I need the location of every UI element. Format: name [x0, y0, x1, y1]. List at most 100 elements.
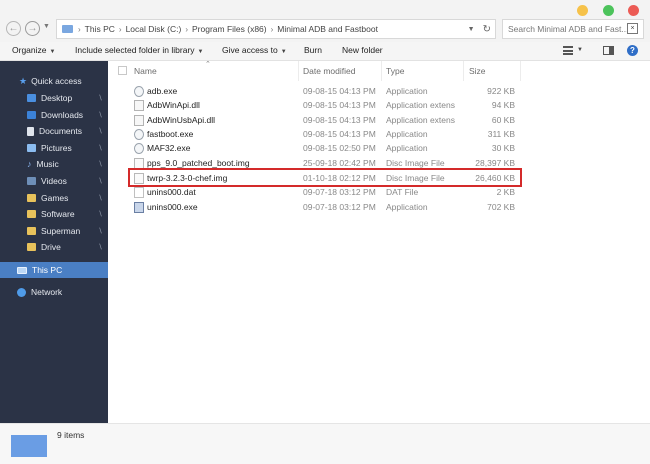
monitor-icon	[17, 266, 27, 274]
sidebar-item-games[interactable]: Games ∖	[0, 190, 108, 206]
organize-button[interactable]: Organize ▼	[12, 45, 55, 55]
search-input[interactable]: Search Minimal ADB and Fast...	[502, 19, 644, 39]
table-row[interactable]: unins000.dat 09-07-18 03:12 PM DAT File …	[110, 185, 530, 199]
sidebar-item-music[interactable]: ♪ Music ∖	[0, 156, 108, 172]
dat-file-icon	[134, 187, 144, 198]
column-header-type[interactable]: Type	[386, 66, 404, 76]
breadcrumb-local-disk[interactable]: Local Disk (C:)	[126, 24, 182, 34]
table-row[interactable]: adb.exe 09-08-15 04:13 PM Application 92…	[110, 84, 530, 98]
breadcrumb-this-pc[interactable]: This PC	[85, 24, 115, 34]
view-options-icon[interactable]	[563, 46, 573, 55]
pictures-icon	[27, 144, 36, 152]
sidebar-item-this-pc[interactable]: This PC	[0, 262, 108, 278]
column-header-size[interactable]: Size	[469, 66, 486, 76]
give-access-button[interactable]: Give access to ▼	[222, 45, 287, 55]
pin-icon: ∖	[98, 211, 103, 218]
file-size: 702 KB	[487, 202, 515, 212]
include-in-library-button[interactable]: Include selected folder in library ▼	[75, 45, 204, 55]
sidebar-item-label: Videos	[41, 176, 67, 186]
pin-icon: ∖	[98, 95, 103, 102]
dll-icon	[134, 100, 144, 111]
item-count: 9 items	[57, 430, 85, 440]
maximize-button[interactable]	[603, 5, 614, 16]
sidebar-item-videos[interactable]: Videos ∖	[0, 173, 108, 189]
table-row[interactable]: unins000.exe 09-07-18 03:12 PM Applicati…	[110, 200, 530, 214]
file-type: Application extens	[386, 100, 455, 110]
file-date: 09-08-15 04:13 PM	[303, 115, 376, 125]
arrow-left-icon: ←	[8, 22, 19, 34]
forward-button[interactable]: →	[25, 21, 40, 36]
sidebar-item-pictures[interactable]: Pictures ∖	[0, 140, 108, 156]
highlight-box	[128, 168, 522, 187]
star-icon: ★	[19, 75, 28, 86]
sidebar-item-label: Pictures	[41, 143, 72, 153]
help-icon[interactable]: ?	[627, 45, 638, 56]
file-type: Application	[386, 202, 428, 212]
table-row[interactable]: fastboot.exe 09-08-15 04:13 PM Applicati…	[110, 127, 530, 141]
file-size: 311 KB	[487, 129, 515, 139]
sidebar-item-label: Downloads	[41, 110, 84, 120]
table-row[interactable]: AdbWinUsbApi.dll 09-08-15 04:13 PM Appli…	[110, 113, 530, 127]
column-divider[interactable]	[463, 61, 464, 81]
sidebar-item-label: Documents	[39, 126, 82, 136]
address-dropdown-icon[interactable]: ▼	[468, 26, 475, 33]
column-divider[interactable]	[298, 61, 299, 81]
sidebar-item-desktop[interactable]: Desktop ∖	[0, 90, 108, 106]
file-date: 09-07-18 03:12 PM	[303, 187, 376, 197]
breadcrumb-separator: ›	[270, 24, 274, 34]
address-bar[interactable]: › This PC › Local Disk (C:) › Program Fi…	[56, 19, 496, 39]
preview-pane-icon[interactable]	[603, 46, 614, 55]
include-label: Include selected folder in library	[75, 45, 195, 55]
sidebar-item-drive[interactable]: Drive ∖	[0, 239, 108, 255]
sidebar-item-label: Software	[41, 209, 75, 219]
sidebar-item-quick-access[interactable]: ★ Quick access	[0, 73, 108, 89]
table-row[interactable]: MAF32.exe 09-08-15 02:50 PM Application …	[110, 141, 530, 155]
breadcrumb-program-files[interactable]: Program Files (x86)	[192, 24, 267, 34]
dropdown-arrow-icon: ▼	[197, 49, 204, 55]
table-row[interactable]: pps_9.0_patched_boot.img 25-09-18 02:42 …	[110, 156, 530, 168]
pin-icon: ∖	[98, 128, 103, 135]
breadcrumb-current-folder[interactable]: Minimal ADB and Fastboot	[277, 24, 378, 34]
sidebar-item-software[interactable]: Software ∖	[0, 206, 108, 222]
recent-locations-chevron-icon[interactable]: ▼	[43, 23, 50, 30]
column-header-name[interactable]: Name	[134, 66, 157, 76]
file-date: 09-08-15 04:13 PM	[303, 129, 376, 139]
give-access-label: Give access to	[222, 45, 278, 55]
sidebar-item-network[interactable]: Network	[0, 284, 108, 300]
clear-search-icon[interactable]: ×	[627, 23, 638, 34]
videos-icon	[27, 177, 36, 185]
pin-icon: ∖	[98, 178, 103, 185]
file-name: unins000.dat	[147, 187, 196, 197]
new-folder-button[interactable]: New folder	[342, 45, 383, 55]
column-header-date-modified[interactable]: Date modified	[303, 66, 355, 76]
pin-icon: ∖	[98, 244, 103, 251]
select-all-checkbox[interactable]	[118, 66, 127, 75]
pin-icon: ∖	[98, 112, 103, 119]
close-button[interactable]	[628, 5, 639, 16]
column-divider[interactable]	[520, 61, 521, 81]
table-row[interactable]: AdbWinApi.dll 09-08-15 04:13 PM Applicat…	[110, 98, 530, 112]
file-size: 28,397 KB	[475, 158, 515, 168]
file-size: 60 KB	[491, 115, 515, 125]
view-dropdown-icon[interactable]: ▼	[577, 47, 583, 53]
sidebar-item-label: This PC	[32, 265, 63, 275]
burn-button[interactable]: Burn	[304, 45, 322, 55]
pin-icon: ∖	[98, 161, 103, 168]
desktop-icon	[27, 94, 36, 102]
column-divider[interactable]	[381, 61, 382, 81]
sidebar-item-downloads[interactable]: Downloads ∖	[0, 107, 108, 123]
breadcrumb-separator: ›	[78, 24, 81, 34]
status-bar	[0, 423, 650, 464]
back-button[interactable]: ←	[6, 21, 21, 36]
sidebar-item-superman[interactable]: Superman ∖	[0, 223, 108, 239]
sidebar-item-documents[interactable]: Documents ∖	[0, 123, 108, 139]
minimize-button[interactable]	[577, 5, 588, 16]
network-icon	[17, 287, 26, 297]
exe-icon	[134, 86, 144, 97]
file-type: Application	[386, 143, 428, 153]
file-name: AdbWinUsbApi.dll	[147, 115, 216, 125]
installer-icon	[134, 202, 144, 213]
refresh-icon[interactable]: ↻	[483, 24, 491, 35]
file-type: Disc Image File	[386, 158, 445, 168]
sidebar-item-label: Quick access	[31, 76, 82, 86]
